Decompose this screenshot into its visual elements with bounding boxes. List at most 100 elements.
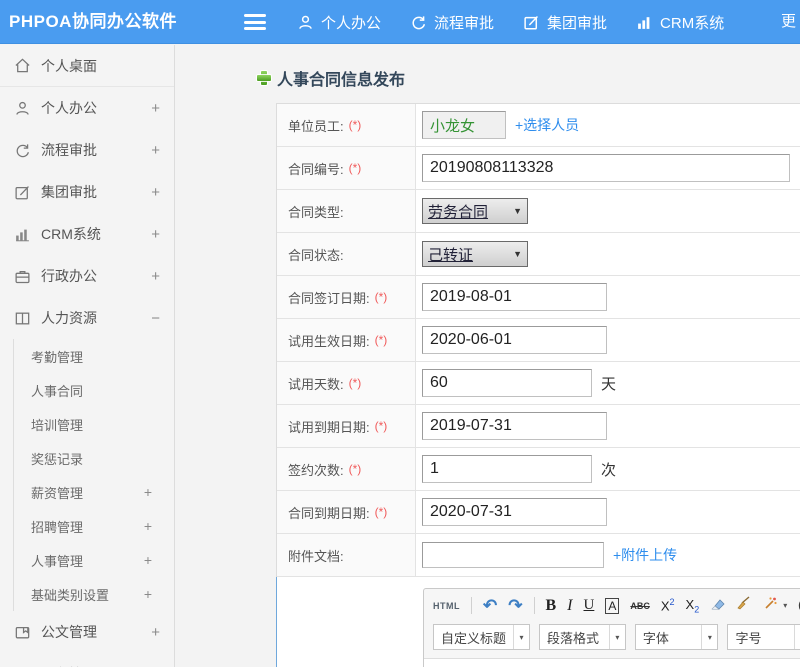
toolbar-divider [534,597,535,614]
field-label: 合同到期日期: [288,503,370,522]
toolbar-divider [471,597,472,614]
unit-suffix: 次 [601,459,616,480]
bold-icon[interactable]: B [546,597,557,615]
home-icon [14,57,31,74]
app-logo: PHPOA协同办公软件 [9,0,177,44]
required-marker: (*) [349,118,362,132]
editor-content-area[interactable] [424,658,800,667]
field-label: 合同类型: [288,202,344,221]
nav-workflow-approval[interactable]: 流程审批 [410,12,494,33]
required-marker: (*) [375,333,388,347]
format-brush-icon[interactable] [736,596,751,615]
nav-crm-system[interactable]: CRM系统 [636,12,724,33]
book-icon [14,310,31,327]
contract-number-field[interactable] [422,154,790,182]
field-label: 单位员工: [288,116,344,135]
menu-toggle-icon[interactable] [244,14,266,30]
form-row-editor: HTML ↶ ↷ B I U A ABC X2 X2 [277,577,800,667]
sidebar-item-personal-office[interactable]: 个人办公 + [0,87,174,129]
trial-days-field[interactable] [422,369,592,397]
field-label: 试用天数: [288,374,344,393]
sidebar-item-documents[interactable]: 公文管理 + [0,611,174,653]
attachment-field[interactable] [422,542,604,568]
edit-square-icon [14,184,31,201]
subscript-icon[interactable]: X2 [686,597,700,615]
nav-more[interactable]: 更 [781,0,796,44]
person-icon [297,14,314,31]
editor-toolbar-row2: 自定义标题 ▾ 段落格式 ▾ 字体 ▾ 字号 ▾ [424,622,800,658]
font-color-icon[interactable]: A [605,598,619,614]
sidebar-item-workflow-approval[interactable]: 流程审批 + [0,129,174,171]
dropdown-arrow-icon: ▼ [513,206,522,216]
html-source-button[interactable]: HTML [433,601,460,611]
font-size-select[interactable]: 字号 ▾ [727,624,800,650]
contract-form: 单位员工: (*) +选择人员 合同编号: (*) 合同类型: [276,103,800,667]
upload-attachment-link[interactable]: +附件上传 [613,545,677,565]
briefcase-icon [14,268,31,285]
sidebar-item-admin-office[interactable]: 行政办公 + [0,255,174,297]
page-title-bar: 人事合同信息发布 [256,66,800,90]
bar-chart-icon [636,14,653,31]
sidebar: 个人桌面 个人办公 + 流程审批 + 集团审批 + [0,45,175,667]
form-row-contract-status: 合同状态: 己转证 ▼ [277,233,800,276]
sidebar-item-hr-contract[interactable]: 人事合同 [14,373,174,407]
sidebar-item-training[interactable]: 培训管理 [14,407,174,441]
undo-icon[interactable]: ↶ [483,597,497,614]
field-label: 签约次数: [288,460,344,479]
form-row-employee: 单位员工: (*) +选择人员 [277,104,800,147]
sidebar-item-salary[interactable]: 薪资管理 + [14,475,174,509]
eraser-icon[interactable] [710,597,725,615]
flow-arrow-icon [410,14,427,31]
choose-person-link[interactable]: +选择人员 [515,115,579,135]
document-icon [14,624,31,641]
underline-icon[interactable]: U [584,597,595,614]
sidebar-hr-submenu: 考勤管理 人事合同 培训管理 奖惩记录 薪资管理 + 招聘管理 + 人事管理 +… [13,339,174,611]
top-navigation: 个人办公 流程审批 集团审批 CRM系统 [297,0,724,44]
main-content: 人事合同信息发布 单位员工: (*) +选择人员 合同编号: (*) [176,45,800,667]
sidebar-item-group-approval[interactable]: 集团审批 + [0,171,174,213]
custom-title-select[interactable]: 自定义标题 ▾ [433,624,530,650]
sign-date-field[interactable] [422,283,607,311]
dropdown-arrow-icon: ▾ [609,625,625,649]
sidebar-item-hr-manage[interactable]: 人事管理 + [14,543,174,577]
contract-status-select[interactable]: 己转证 ▼ [422,241,528,267]
sidebar-item-rewards[interactable]: 奖惩记录 [14,441,174,475]
dropdown-arrow-icon: ▾ [513,625,529,649]
field-label: 合同签订日期: [288,288,370,307]
dropdown-arrow-icon: ▾ [701,625,717,649]
employee-field[interactable] [422,111,506,139]
superscript-icon[interactable]: X2 [661,597,675,613]
sidebar-item-base-category[interactable]: 基础类别设置 + [14,577,174,611]
sign-count-field[interactable] [422,455,592,483]
italic-icon[interactable]: I [567,597,572,615]
required-marker: (*) [375,505,388,519]
field-label: 合同编号: [288,159,344,178]
field-label: 试用生效日期: [288,331,370,350]
wand-dropdown-arrow-icon[interactable]: ▾ [783,601,787,610]
expire-date-field[interactable] [422,498,607,526]
nav-group-approval[interactable]: 集团审批 [523,12,607,33]
sidebar-item-recruit[interactable]: 招聘管理 + [14,509,174,543]
dropdown-arrow-icon: ▼ [513,249,522,259]
flow-arrow-icon [14,142,31,159]
sidebar-item-hr[interactable]: 人力资源 − [0,297,174,339]
form-row-sign-count: 签约次数: (*) 次 [277,448,800,491]
magic-wand-icon[interactable] [762,596,778,615]
font-family-select[interactable]: 字体 ▾ [635,624,719,650]
trial-start-date-field[interactable] [422,326,607,354]
editor-toolbar-row1: HTML ↶ ↷ B I U A ABC X2 X2 [424,589,800,622]
strikethrough-icon[interactable]: ABC [630,601,650,611]
field-label: 试用到期日期: [288,417,370,436]
contract-type-select[interactable]: 劳务合同 ▼ [422,198,528,224]
trial-end-date-field[interactable] [422,412,607,440]
paragraph-format-select[interactable]: 段落格式 ▾ [539,624,626,650]
form-row-sign-date: 合同签订日期: (*) [277,276,800,319]
form-row-trial-start: 试用生效日期: (*) [277,319,800,362]
field-label: 合同状态: [288,245,344,264]
sidebar-item-desktop[interactable]: 个人桌面 [0,45,174,87]
sidebar-item-crm[interactable]: CRM系统 + [0,213,174,255]
nav-personal-office[interactable]: 个人办公 [297,12,381,33]
redo-icon[interactable]: ↷ [508,597,522,614]
sidebar-item-vehicle[interactable]: 用车管理 + [0,653,174,667]
sidebar-item-attendance[interactable]: 考勤管理 [14,339,174,373]
